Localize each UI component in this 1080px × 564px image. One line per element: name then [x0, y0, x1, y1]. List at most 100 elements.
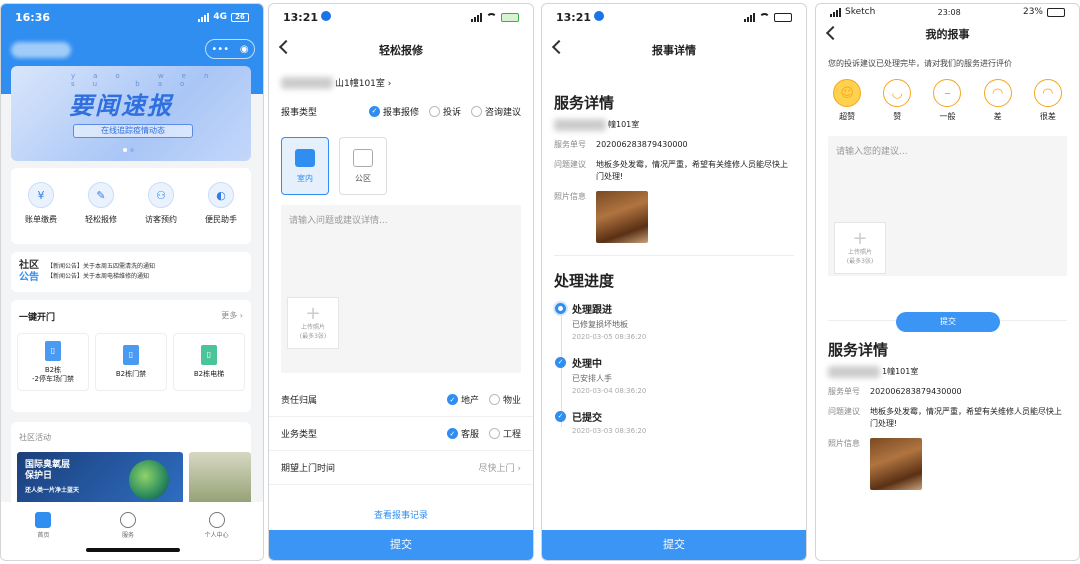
- type-option-complaint[interactable]: 投诉: [428, 105, 461, 118]
- service-grid: ¥ 账单缴费 ✎ 轻松报修 ⚇ 访客预约 ◐ 便民助手: [11, 168, 251, 244]
- page-title: 我的报事: [925, 28, 970, 41]
- duty-option-property[interactable]: 物业: [488, 393, 521, 406]
- carousel-dots: [123, 148, 134, 152]
- notice-item[interactable]: 【新闻公告】关于本周五四需清洗的通知: [47, 262, 155, 272]
- upload-photo-button[interactable]: + 上传照片 (最多3张): [834, 222, 886, 274]
- location-icon: [594, 10, 605, 21]
- check-icon: ✓: [446, 394, 458, 405]
- status-time: 16:36: [15, 10, 51, 24]
- door-parking[interactable]: ▯ B2栋 -2停车场门禁: [17, 333, 89, 391]
- helper-icon: ◐: [208, 182, 234, 208]
- notice-bar[interactable]: 社区 公告 【新闻公告】关于本周五四需清洗的通知 【新闻公告】关于本周电梯维修的通知: [11, 252, 251, 292]
- tab-home[interactable]: 首页: [35, 512, 52, 560]
- tab-service[interactable]: 服务: [119, 512, 136, 560]
- records-link[interactable]: 查看报事记录: [269, 508, 533, 521]
- rating-good[interactable]: ◡ 赞: [883, 79, 912, 122]
- notice-item[interactable]: 【新闻公告】关于本周电梯维修的通知: [47, 272, 155, 282]
- submit-button[interactable]: 提交: [269, 530, 533, 560]
- duty-option-estate[interactable]: ✓ 地产: [446, 393, 479, 406]
- section-title: 社区活动: [19, 433, 51, 442]
- tab-profile[interactable]: 个人中心: [205, 512, 229, 560]
- nav-bar: 报事详情: [542, 30, 806, 70]
- timeline-step: ✓ 已提交 2020-03-03 08:36:20: [555, 409, 806, 435]
- issue-text: 地板多处发霉，情况严重，希望有关维修人员能尽快上门处理!: [870, 407, 1062, 428]
- section-title: 一键开门: [19, 313, 56, 323]
- grid-item-helper[interactable]: ◐ 便民助手: [205, 182, 237, 225]
- more-icon[interactable]: •••: [211, 44, 229, 55]
- grid-item-bill[interactable]: ¥ 账单缴费: [25, 182, 57, 225]
- rating-excellent[interactable]: ☺ 超赞: [833, 79, 862, 122]
- upload-photo-button[interactable]: + 上传照片 (最多3张): [287, 297, 339, 349]
- address-selector[interactable]: 山1幢101室 ›: [269, 70, 533, 95]
- battery-icon: [501, 12, 519, 22]
- address-blurred: [554, 119, 606, 131]
- status-bar: 13:21: [542, 4, 806, 30]
- issue-photo[interactable]: [870, 438, 922, 490]
- submit-button[interactable]: 提交: [896, 312, 1000, 332]
- time-row[interactable]: 期望上门时间 尽快上门 ›: [269, 451, 533, 485]
- door-icon: ▯: [123, 345, 139, 365]
- battery-icon: [774, 12, 792, 22]
- address-blurred: [828, 366, 880, 378]
- radio-icon: [470, 105, 482, 117]
- back-icon[interactable]: [825, 25, 841, 41]
- news-banner[interactable]: yao wen su bao 要闻速报 在线追踪疫情动态: [11, 66, 251, 161]
- check-icon: ✓: [555, 357, 566, 368]
- biz-option-service[interactable]: ✓ 客服: [446, 427, 479, 440]
- home-indicator: [86, 548, 180, 552]
- back-icon[interactable]: [278, 39, 294, 55]
- location-public[interactable]: 公区: [339, 137, 387, 195]
- section-title: 服务详情: [554, 94, 615, 112]
- network-label: 4G: [213, 12, 227, 22]
- issue-text: 地板多处发霉，情况严重，希望有关维修人员能尽快上门处理!: [596, 160, 788, 181]
- door-icon: ▯: [45, 340, 61, 361]
- page-title: 报事详情: [652, 44, 696, 57]
- grid-label: 便民助手: [205, 215, 237, 224]
- location-icon: [321, 10, 332, 21]
- miniapp-capsule[interactable]: ••• ◉: [205, 39, 255, 59]
- timeline-step: 处理跟进 已修复损坏地板 2020-03-05 08:36:20: [555, 301, 806, 341]
- type-option-repair[interactable]: ✓ 报事报修: [368, 105, 419, 118]
- issue-textarea[interactable]: 请输入问题或建议详情... + 上传照片 (最多3张): [281, 205, 521, 373]
- location-indoor[interactable]: 室内: [281, 137, 329, 195]
- signal-icon: [198, 12, 210, 22]
- more-link[interactable]: 更多 ›: [221, 310, 243, 323]
- suggestion-textarea[interactable]: 请输入您的建议... + 上传照片 (最多3张): [828, 136, 1067, 276]
- order-number: 20200628387943000​0: [596, 140, 688, 149]
- status-time: 23:08: [937, 7, 961, 17]
- check-icon: ✓: [368, 105, 380, 117]
- biz-option-engineering[interactable]: 工程: [488, 427, 521, 440]
- grid-label: 账单缴费: [25, 215, 57, 224]
- submit-button[interactable]: 提交: [542, 530, 806, 560]
- page-title: 轻松报修: [379, 44, 423, 57]
- current-dot-icon: [555, 303, 566, 314]
- signal-icon: [744, 12, 755, 22]
- row-label: 报事类型: [281, 107, 318, 118]
- close-icon[interactable]: ◉: [240, 44, 249, 55]
- rating-neutral[interactable]: – 一般: [933, 79, 962, 122]
- back-icon[interactable]: [551, 39, 567, 55]
- door-b2[interactable]: ▯ B2栋门禁: [95, 333, 167, 391]
- order-number: 20200628387943000​0: [870, 387, 962, 396]
- phone-detail: 13:21 报事详情 服务详情 幢101室 服务单号 20200628387943…: [541, 3, 807, 561]
- tab-bar: 首页 服务 个人中心: [1, 502, 263, 560]
- visitor-icon: ⚇: [148, 182, 174, 208]
- signal-icon: [830, 7, 841, 17]
- angry-face-icon: ◠: [1033, 79, 1062, 107]
- location-tabs: 室内 公区: [269, 127, 533, 205]
- door-elevator[interactable]: ▯ B2栋电梯: [173, 333, 245, 391]
- check-icon: ✓: [555, 411, 566, 422]
- grid-item-visitor[interactable]: ⚇ 访客预约: [145, 182, 177, 225]
- rating-terrible[interactable]: ◠ 很差: [1033, 79, 1062, 122]
- community-name-blurred: [11, 42, 71, 58]
- issue-photo[interactable]: [596, 191, 648, 243]
- address-text: 幢101室: [608, 120, 640, 129]
- grid-label: 轻松报修: [85, 215, 117, 224]
- type-option-advice[interactable]: 咨询建议: [470, 105, 521, 118]
- wifi-icon: [759, 13, 770, 21]
- wifi-icon: [486, 13, 497, 21]
- grid-item-repair[interactable]: ✎ 轻松报修: [85, 182, 117, 225]
- user-icon: [208, 512, 225, 528]
- rating-bad[interactable]: ◠ 差: [983, 79, 1012, 122]
- status-time: 13:21: [556, 10, 592, 24]
